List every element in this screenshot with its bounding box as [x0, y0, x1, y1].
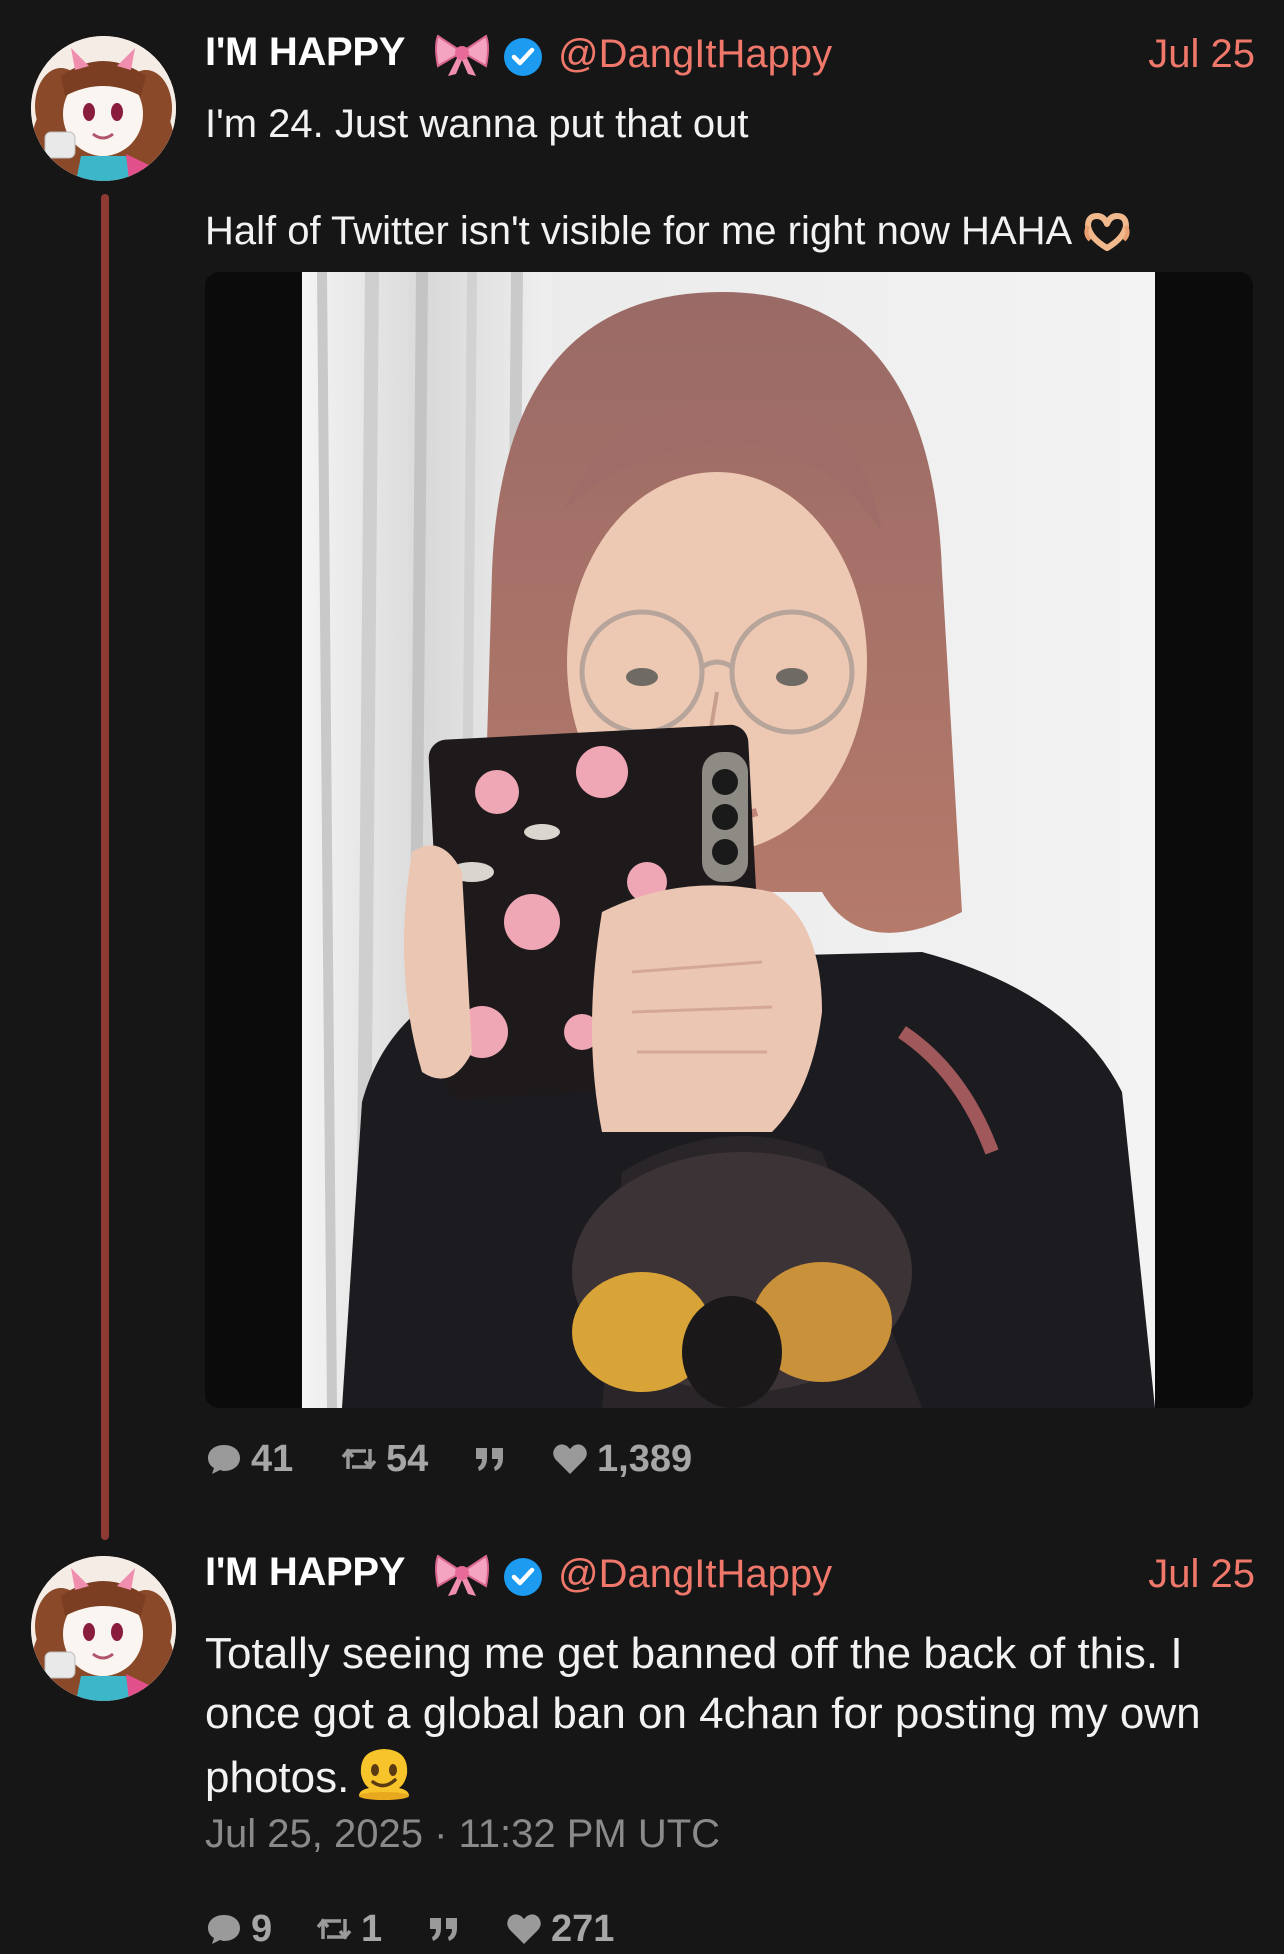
retweet-count: 1 — [361, 1907, 383, 1950]
heart-icon — [551, 1442, 589, 1476]
reply-icon — [205, 1442, 243, 1476]
tweet-timestamp[interactable]: Jul 25, 2025 · 11:32 PM UTC — [205, 1812, 720, 1857]
pink-bow-icon — [434, 1552, 490, 1598]
retweet-icon — [340, 1443, 378, 1475]
retweet-button[interactable]: 54 — [340, 1434, 428, 1484]
thread-connector-line — [101, 194, 109, 1540]
tweet-text-content: Half of Twitter isn't visible for me rig… — [205, 209, 1073, 253]
tweet-header: I'M HAPPY @DangItHappy Jul 25 — [205, 1546, 1255, 1606]
heart-hands-icon — [1082, 212, 1132, 252]
tweet-text-line: I'm 24. Just wanna put that out — [205, 102, 749, 146]
heart-icon — [505, 1912, 543, 1946]
display-name[interactable]: I'M HAPPY — [205, 1550, 405, 1595]
handle[interactable]: @DangItHappy — [558, 1552, 832, 1597]
melting-face-icon — [355, 1744, 413, 1802]
reply-button[interactable]: 9 — [205, 1904, 272, 1954]
tweet-media[interactable] — [205, 272, 1253, 1408]
pink-bow-icon — [434, 32, 490, 78]
avatar[interactable] — [31, 36, 176, 181]
like-button[interactable]: 271 — [505, 1904, 614, 1954]
tweet-text-content: Totally seeing me get banned off the bac… — [205, 1629, 1201, 1802]
like-button[interactable]: 1,389 — [551, 1434, 692, 1484]
like-count: 271 — [551, 1907, 615, 1950]
quote-icon — [473, 1444, 507, 1474]
like-count: 1,389 — [597, 1437, 693, 1480]
verified-badge-icon — [502, 1556, 544, 1598]
tweet-date[interactable]: Jul 25 — [1148, 32, 1255, 77]
quote-icon — [427, 1914, 461, 1944]
tweet-text: Totally seeing me get banned off the bac… — [205, 1624, 1265, 1808]
display-name[interactable]: I'M HAPPY — [205, 30, 405, 75]
reply-button[interactable]: 41 — [205, 1434, 293, 1484]
tweet-date[interactable]: Jul 25 — [1148, 1552, 1255, 1597]
reply-icon — [205, 1912, 243, 1946]
retweet-count: 54 — [386, 1437, 429, 1480]
quote-button[interactable] — [427, 1904, 461, 1954]
reply-count: 9 — [251, 1907, 273, 1950]
quote-button[interactable] — [473, 1434, 507, 1484]
tweet-text-line: Half of Twitter isn't visible for me rig… — [205, 207, 1132, 255]
mirror-selfie-photo[interactable] — [302, 272, 1155, 1408]
retweet-button[interactable]: 1 — [315, 1904, 382, 1954]
reply-count: 41 — [251, 1437, 294, 1480]
avatar[interactable] — [31, 1556, 176, 1701]
tweet-header: I'M HAPPY @DangItHappy Jul 25 — [205, 26, 1255, 86]
handle[interactable]: @DangItHappy — [558, 32, 832, 77]
verified-badge-icon — [502, 36, 544, 78]
retweet-icon — [315, 1913, 353, 1945]
